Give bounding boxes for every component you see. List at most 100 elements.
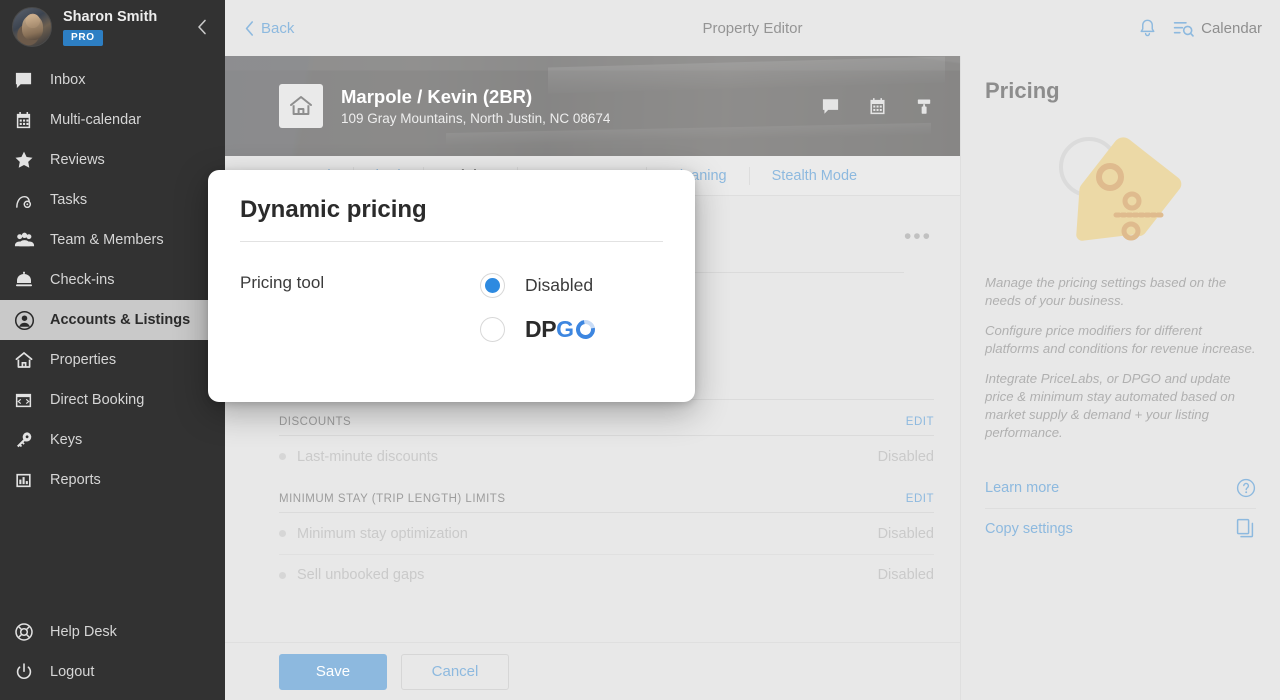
- home-icon: [279, 84, 323, 128]
- vacuum-icon: [14, 191, 44, 210]
- sidebar-item-inbox[interactable]: Inbox: [0, 60, 225, 100]
- status-dot-icon: [279, 530, 286, 537]
- save-button[interactable]: Save: [279, 653, 387, 690]
- home-icon: [14, 350, 44, 370]
- sidebar-item-label: Help Desk: [50, 624, 117, 640]
- radio-option-dpgo[interactable]: DP G: [480, 316, 599, 343]
- sidebar-item-keys[interactable]: Keys: [0, 420, 225, 460]
- back-button[interactable]: Back: [245, 20, 294, 37]
- sidebar: Sharon Smith PRO Inbox Multi-calendar Re…: [0, 0, 225, 700]
- row-value: Disabled: [877, 448, 934, 465]
- group-title: DISCOUNTS: [279, 416, 352, 428]
- sidebar-item-label: Reviews: [50, 152, 105, 168]
- app-root: Sharon Smith PRO Inbox Multi-calendar Re…: [0, 0, 1280, 700]
- property-title: Marpole / Kevin (2BR): [341, 85, 533, 107]
- bar-chart-icon: [14, 471, 44, 490]
- radio-label: Disabled: [525, 275, 594, 295]
- sidebar-item-direct-booking[interactable]: Direct Booking: [0, 380, 225, 420]
- avatar: [12, 7, 52, 47]
- edit-discounts-button[interactable]: EDIT: [906, 416, 934, 428]
- message-icon[interactable]: [821, 97, 840, 116]
- sidebar-item-logout[interactable]: Logout: [0, 652, 225, 692]
- sidebar-item-check-ins[interactable]: Check-ins: [0, 260, 225, 300]
- info-panel-links: Learn more Copy settings: [985, 468, 1256, 548]
- sidebar-user-block[interactable]: Sharon Smith PRO: [0, 0, 225, 56]
- banner-content: Marpole / Kevin (2BR) 109 Gray Mountains…: [225, 56, 960, 156]
- sidebar-item-label: Check-ins: [50, 272, 115, 288]
- pricing-tool-radio-group: Disabled DP G: [480, 273, 599, 343]
- account-circle-icon: [14, 310, 44, 331]
- sidebar-item-reports[interactable]: Reports: [0, 460, 225, 500]
- sidebar-item-label: Tasks: [50, 192, 88, 208]
- radio-button-disabled[interactable]: [480, 273, 505, 298]
- sidebar-item-multi-calendar[interactable]: Multi-calendar: [0, 100, 225, 140]
- info-paragraph: Manage the pricing settings based on the…: [985, 275, 1227, 308]
- question-circle-icon: [1236, 478, 1256, 498]
- sidebar-item-label: Keys: [50, 432, 83, 448]
- sidebar-item-help-desk[interactable]: Help Desk: [0, 612, 225, 652]
- user-name: Sharon Smith: [63, 8, 158, 25]
- row-label: Last-minute discounts: [297, 448, 439, 465]
- bell-desk-icon: [14, 270, 44, 290]
- sidebar-item-label: Accounts & Listings: [50, 312, 191, 328]
- calendar-button[interactable]: Calendar: [1173, 19, 1262, 38]
- sidebar-item-label: Logout: [50, 664, 95, 680]
- group-header: MINIMUM STAY (TRIP LENGTH) LIMITS EDIT: [279, 477, 934, 513]
- sidebar-bottom-nav: Help Desk Logout: [0, 612, 225, 700]
- info-paragraph: Configure price modifiers for different …: [985, 323, 1256, 356]
- lifebuoy-icon: [14, 622, 44, 642]
- cancel-button[interactable]: Cancel: [401, 653, 509, 690]
- calendar-icon[interactable]: [868, 97, 887, 116]
- pro-badge: PRO: [63, 29, 103, 46]
- paint-roller-icon[interactable]: [915, 97, 934, 116]
- code-window-icon: [14, 391, 44, 410]
- property-address: 109 Gray Mountains, North Justin, NC 086…: [341, 110, 611, 126]
- inbox-icon: [14, 71, 44, 90]
- group-header: DISCOUNTS EDIT: [279, 400, 934, 436]
- learn-more-link[interactable]: Learn more: [985, 468, 1256, 508]
- edit-minimum-stay-button[interactable]: EDIT: [906, 493, 934, 505]
- people-icon: [14, 230, 44, 251]
- row-left: Minimum stay optimization: [279, 526, 468, 542]
- chevron-left-icon[interactable]: [191, 16, 213, 38]
- sidebar-item-label: Direct Booking: [50, 392, 145, 408]
- form-footer: Save Cancel: [225, 642, 960, 700]
- sidebar-item-team-members[interactable]: Team & Members: [0, 220, 225, 260]
- info-paragraph: Integrate PriceLabs, or DPGO and update …: [985, 371, 1235, 440]
- row-label: Sell unbooked gaps: [297, 567, 425, 583]
- pricing-tool-label: Pricing tool: [240, 273, 325, 292]
- price-tag-icon: [985, 104, 1256, 274]
- row-label: Minimum stay optimization: [297, 525, 468, 542]
- sidebar-item-tasks[interactable]: Tasks: [0, 180, 225, 220]
- status-dot-icon: [279, 453, 286, 460]
- sidebar-user-meta: Sharon Smith PRO: [63, 9, 191, 46]
- list-item[interactable]: Last-minute discounts Disabled: [279, 436, 934, 477]
- sidebar-item-label: Team & Members: [50, 232, 164, 248]
- row-value: Disabled: [877, 567, 934, 583]
- sidebar-item-accounts-listings[interactable]: Accounts & Listings: [0, 300, 225, 340]
- group-discounts: DISCOUNTS EDIT Last-minute discounts Dis…: [279, 400, 934, 477]
- radio-option-disabled[interactable]: Disabled: [480, 273, 595, 298]
- chevron-left-icon: [245, 20, 253, 36]
- sidebar-item-label: Inbox: [50, 72, 86, 88]
- row-left: Last-minute discounts: [279, 449, 438, 465]
- sidebar-nav: Inbox Multi-calendar Reviews Tasks Team …: [0, 60, 225, 500]
- sidebar-item-properties[interactable]: Properties: [0, 340, 225, 380]
- sidebar-item-label: Properties: [50, 352, 117, 368]
- sidebar-item-reviews[interactable]: Reviews: [0, 140, 225, 180]
- radio-button-dpgo[interactable]: [480, 317, 505, 342]
- modal-body: Pricing tool Disabled DP G: [240, 242, 663, 343]
- tab-stealth-mode[interactable]: Stealth Mode: [750, 167, 879, 185]
- copy-settings-link[interactable]: Copy settings: [985, 508, 1256, 548]
- dpgo-logo-g: G: [556, 316, 574, 342]
- calendar-label: Calendar: [1201, 19, 1262, 37]
- info-panel-title: Pricing: [985, 78, 1060, 103]
- row-left: Sell unbooked gaps: [279, 567, 424, 583]
- more-options-button[interactable]: •••: [904, 226, 932, 247]
- list-item[interactable]: Sell unbooked gaps Disabled: [279, 554, 934, 595]
- info-panel: Pricing Manage the pricing settings base…: [960, 56, 1280, 700]
- bell-icon[interactable]: [1138, 18, 1157, 39]
- dpgo-logo-ring-icon: [571, 316, 599, 343]
- list-item[interactable]: Minimum stay optimization Disabled: [279, 513, 934, 554]
